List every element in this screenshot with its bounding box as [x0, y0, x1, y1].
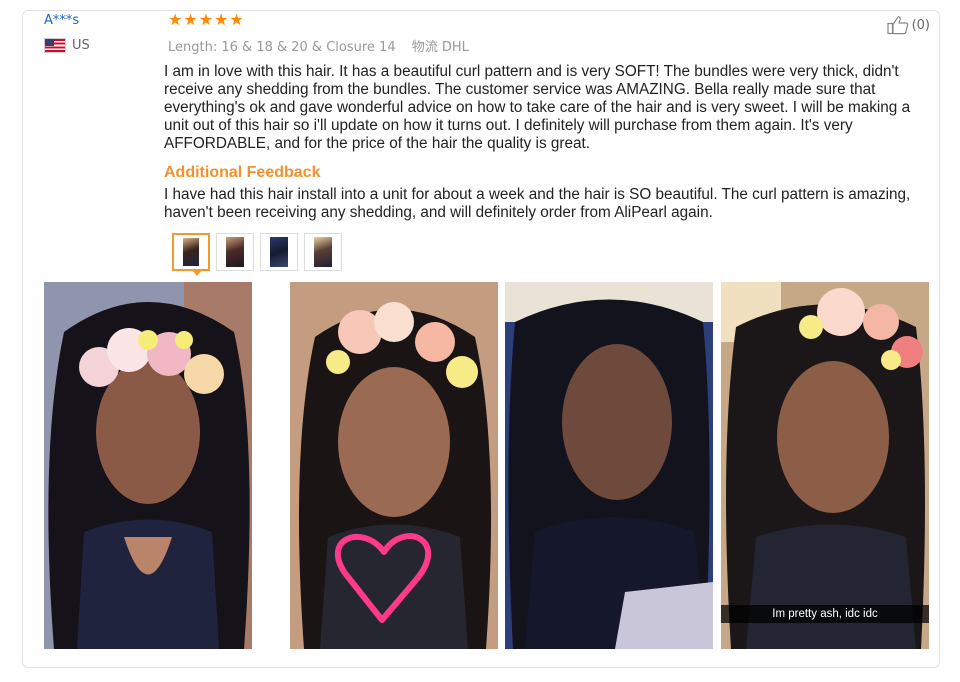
review-photo-image	[721, 282, 929, 649]
star-icon: ★	[183, 12, 198, 29]
review-photo[interactable]: Im pretty ash, idc idc	[721, 282, 929, 649]
reviewer-name[interactable]: A***s	[44, 13, 79, 28]
order-info: Length: 16 & 18 & 20 & Closure 14 物流 DHL	[168, 36, 481, 55]
us-flag-icon	[44, 38, 66, 53]
additional-feedback-text: I have had this hair install into a unit…	[164, 186, 911, 221]
helpful-button[interactable]: (0)	[886, 15, 930, 35]
shipping-value: DHL	[441, 40, 469, 55]
review-photo[interactable]	[44, 282, 252, 649]
photo-caption: Im pretty ash, idc idc	[721, 605, 929, 623]
star-rating: ★ ★ ★ ★ ★	[168, 13, 244, 29]
shipping-label: 物流	[411, 40, 438, 55]
photo-thumbnail[interactable]	[216, 233, 254, 271]
thumbnail-strip	[172, 233, 342, 276]
length-label: Length:	[168, 40, 218, 55]
star-icon: ★	[198, 12, 214, 29]
length-value: 16 & 18 & 20 & Closure 14	[221, 40, 396, 55]
selected-indicator	[192, 270, 202, 276]
review-photo[interactable]	[505, 282, 713, 649]
thumbs-up-icon	[886, 16, 908, 35]
star-icon: ★	[229, 12, 244, 29]
review-text: I am in love with this hair. It has a be…	[164, 63, 911, 152]
review-photo-image	[290, 282, 498, 649]
helpful-count: (0)	[911, 17, 930, 33]
star-icon: ★	[168, 12, 183, 29]
review-photo-image	[505, 282, 713, 649]
country-label: US	[72, 38, 90, 53]
review-photo-image	[44, 282, 252, 649]
photo-thumbnail[interactable]	[172, 233, 210, 276]
star-icon: ★	[214, 12, 229, 29]
review-photo[interactable]	[290, 282, 498, 649]
reviewer-country: US	[44, 38, 90, 53]
photo-thumbnail[interactable]	[260, 233, 298, 271]
additional-feedback-title: Additional Feedback	[164, 164, 321, 181]
photo-thumbnail[interactable]	[304, 233, 342, 271]
